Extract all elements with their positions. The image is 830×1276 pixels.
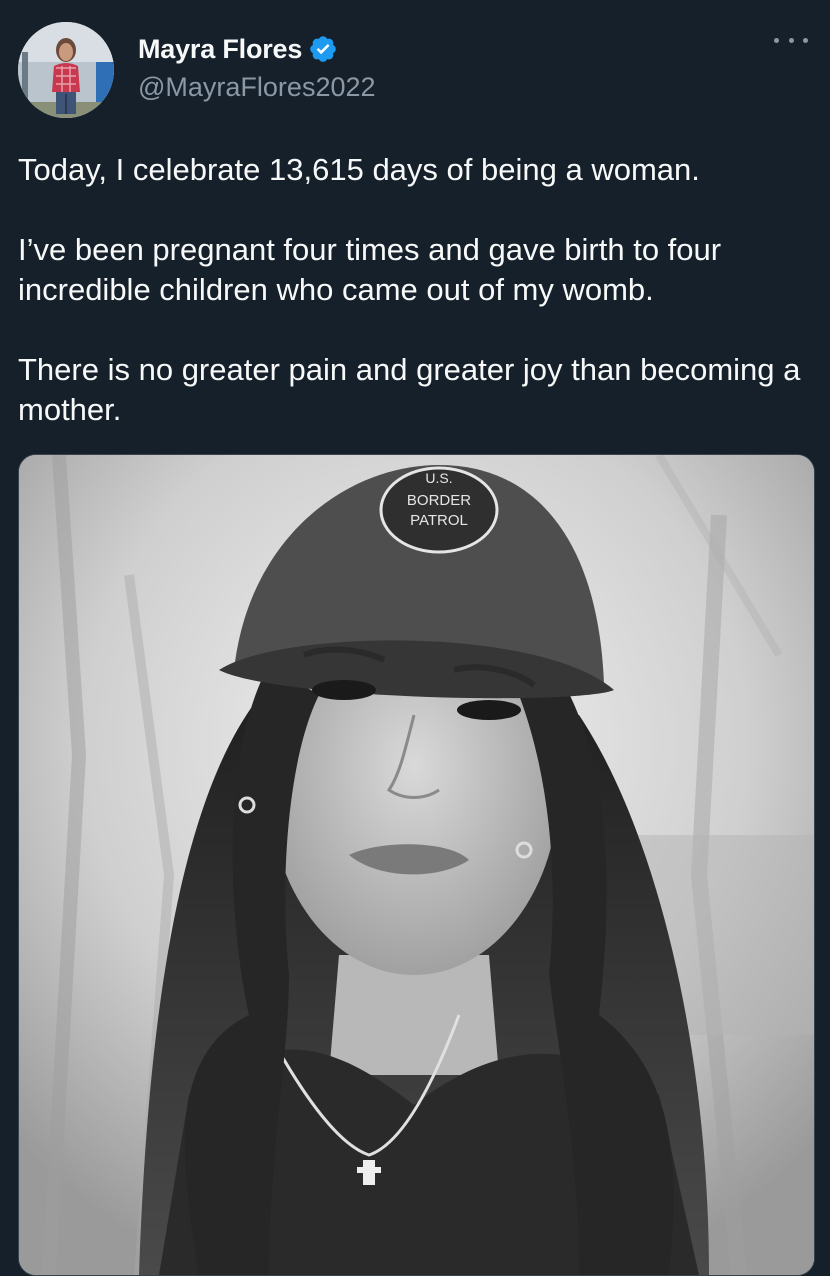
avatar-photo xyxy=(18,22,114,118)
tweet-paragraph: Today, I celebrate 13,615 days of being … xyxy=(18,152,700,187)
cap-patch-line: BORDER xyxy=(407,492,471,509)
author-avatar[interactable] xyxy=(18,22,114,118)
more-dot xyxy=(788,37,794,43)
more-dot xyxy=(774,37,779,43)
tweet-photo[interactable]: U.S. BORDER PATROL xyxy=(18,454,815,1276)
tweet-card: Mayra Flores @MayraFlores2022 Today, I c… xyxy=(0,0,830,1276)
more-horizontal-icon[interactable] xyxy=(774,30,808,50)
verified-badge-icon xyxy=(308,34,338,64)
cap-patch-line: PATROL xyxy=(410,512,468,529)
author-display-name[interactable]: Mayra Flores xyxy=(138,34,302,65)
author-handle[interactable]: @MayraFlores2022 xyxy=(138,72,376,103)
selfie-photo: U.S. BORDER PATROL xyxy=(19,455,814,1275)
tweet-text: Today, I celebrate 13,615 days of being … xyxy=(18,150,818,430)
tweet-paragraph: I’ve been pregnant four times and gave b… xyxy=(18,232,722,307)
author-name-row[interactable]: Mayra Flores xyxy=(138,32,338,66)
more-dot xyxy=(803,37,808,43)
tweet-paragraph: There is no greater pain and greater joy… xyxy=(18,352,801,427)
cap-patch-line: U.S. xyxy=(425,470,452,486)
